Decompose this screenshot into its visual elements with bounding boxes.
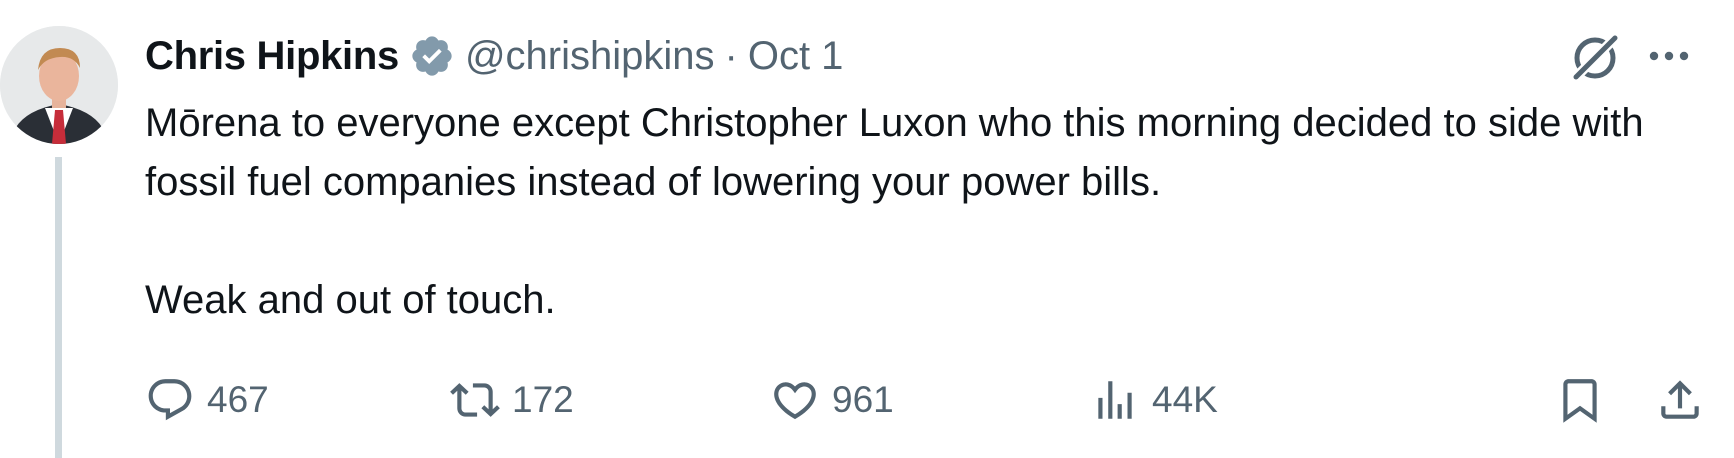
bookmark-button[interactable]	[1555, 370, 1605, 430]
tweet-text-line: Weak and out of touch.	[145, 278, 556, 322]
grok-icon[interactable]	[1565, 28, 1625, 88]
verified-badge-icon[interactable]	[409, 33, 455, 79]
separator: ·	[724, 33, 738, 78]
more-icon[interactable]	[1645, 40, 1693, 72]
avatar[interactable]	[0, 26, 118, 144]
share-icon	[1661, 380, 1699, 419]
repost-count: 172	[512, 379, 574, 420]
tweet-date[interactable]: Oct 1	[748, 34, 844, 79]
reply-icon	[148, 379, 192, 421]
reply-count: 467	[207, 379, 269, 420]
tweet-text: Mōrena to everyone except Christopher Lu…	[145, 94, 1705, 330]
profile-photo	[0, 26, 118, 144]
repost-button[interactable]: 172	[450, 370, 574, 430]
repost-icon	[450, 383, 500, 417]
views-count: 44K	[1152, 379, 1218, 420]
heart-icon	[774, 382, 816, 420]
action-bar: 467 172 961 44K	[145, 370, 1705, 430]
like-count: 961	[832, 379, 894, 420]
bookmark-icon	[1563, 379, 1597, 423]
thread-line	[55, 157, 62, 458]
like-button[interactable]: 961	[770, 370, 894, 430]
reply-button[interactable]: 467	[145, 370, 269, 430]
author-handle[interactable]: @chrishipkins	[465, 34, 715, 79]
views-icon	[1098, 381, 1132, 419]
views-button[interactable]: 44K	[1090, 370, 1218, 430]
tweet-header: Chris Hipkins @chrishipkins · Oct 1	[145, 28, 843, 84]
tweet-text-line: Mōrena to everyone except Christopher Lu…	[145, 101, 1644, 204]
author-name[interactable]: Chris Hipkins	[145, 34, 399, 79]
share-button[interactable]	[1655, 370, 1705, 430]
